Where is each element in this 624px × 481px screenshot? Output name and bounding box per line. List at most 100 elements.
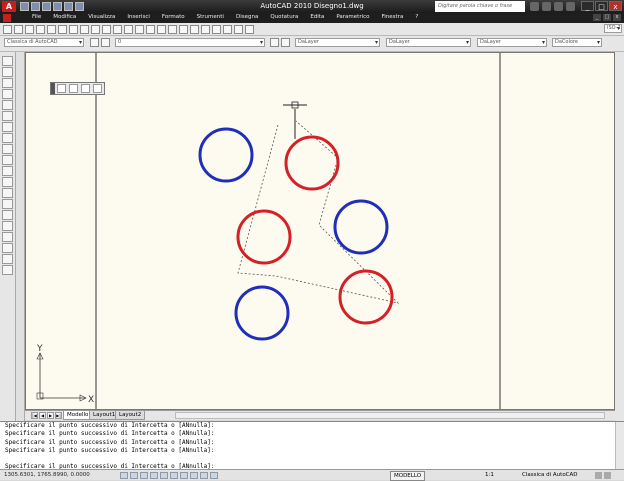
- ellipse-icon[interactable]: [2, 155, 13, 165]
- doc-minimize-button[interactable]: _: [593, 14, 601, 21]
- make-block-icon[interactable]: [2, 188, 13, 198]
- zoom-realtime-icon[interactable]: [146, 25, 155, 34]
- menu-help[interactable]: ?: [409, 14, 424, 20]
- favorites-star-icon[interactable]: [554, 2, 563, 11]
- lock-icon[interactable]: [595, 472, 602, 479]
- horizontal-scrollbar[interactable]: [175, 412, 605, 419]
- doc-restore-button[interactable]: □: [603, 14, 611, 21]
- open-icon[interactable]: [14, 25, 23, 34]
- undo-icon[interactable]: [113, 25, 122, 34]
- document-icon[interactable]: [3, 14, 11, 22]
- circle-icon[interactable]: [2, 122, 13, 132]
- region-icon[interactable]: [2, 232, 13, 242]
- qnew-icon[interactable]: [3, 25, 12, 34]
- multiline-text-icon[interactable]: [2, 254, 13, 264]
- save-icon[interactable]: [25, 25, 34, 34]
- line-icon[interactable]: [2, 56, 13, 66]
- polyline-icon[interactable]: [2, 78, 13, 88]
- command-line[interactable]: Specificare il punto successivo di Inter…: [0, 421, 624, 470]
- spline-icon[interactable]: [2, 144, 13, 154]
- clean-screen-icon[interactable]: [604, 472, 611, 479]
- color-dropdown[interactable]: DaLayer: [295, 38, 380, 47]
- preview-icon[interactable]: [47, 25, 56, 34]
- gradient-icon[interactable]: [2, 221, 13, 231]
- drawing-area[interactable]: Y X: [25, 52, 615, 410]
- vertical-scrollbar[interactable]: [615, 52, 624, 422]
- communication-center-icon[interactable]: [542, 2, 551, 11]
- menu-edita[interactable]: Edita: [304, 14, 330, 20]
- paste-icon[interactable]: [91, 25, 100, 34]
- zoom-previous-icon[interactable]: [168, 25, 177, 34]
- menu-inserisci[interactable]: Inserisci: [121, 14, 156, 20]
- help-icon[interactable]: [245, 25, 254, 34]
- table-icon[interactable]: [2, 243, 13, 253]
- menu-quotatura[interactable]: Quotatura: [264, 14, 304, 20]
- cut-icon[interactable]: [69, 25, 78, 34]
- otrack-toggle-icon[interactable]: [170, 472, 178, 479]
- pan-icon[interactable]: [135, 25, 144, 34]
- object-snap-icon[interactable]: [57, 84, 66, 93]
- markup-icon[interactable]: [223, 25, 232, 34]
- redo-icon[interactable]: [124, 25, 133, 34]
- menu-finestra[interactable]: Finestra: [376, 14, 410, 20]
- red-circle[interactable]: [236, 209, 292, 265]
- tab-layout2[interactable]: Layout2: [115, 411, 146, 420]
- prev-tab-button[interactable]: ◀: [39, 412, 46, 419]
- rectangle-icon[interactable]: [2, 100, 13, 110]
- annotation-scale[interactable]: 1:1: [485, 472, 494, 478]
- text-edit-icon[interactable]: [93, 84, 102, 93]
- osnap-toggle-icon[interactable]: [160, 472, 168, 479]
- workspace-switch[interactable]: Classica di AutoCAD: [522, 472, 578, 478]
- design-center-icon[interactable]: [190, 25, 199, 34]
- tab-modello[interactable]: Modello: [63, 411, 93, 420]
- workspace-settings-icon[interactable]: [90, 38, 99, 47]
- red-circle[interactable]: [284, 135, 340, 191]
- make-current-layer-icon[interactable]: [270, 38, 279, 47]
- minimize-button[interactable]: _: [581, 1, 594, 11]
- sheet-set-icon[interactable]: [212, 25, 221, 34]
- previous-layer-icon[interactable]: [281, 38, 290, 47]
- polygon-icon[interactable]: [2, 89, 13, 99]
- blue-circle[interactable]: [333, 199, 389, 255]
- dimstyle-dropdown[interactable]: ISO-25: [604, 24, 622, 33]
- snap-toggle-icon[interactable]: [120, 472, 128, 479]
- menu-disegna[interactable]: Disegna: [230, 14, 264, 20]
- last-tab-button[interactable]: ▶|: [55, 412, 62, 419]
- menu-file[interactable]: File: [26, 14, 47, 20]
- lwt-toggle-icon[interactable]: [200, 472, 208, 479]
- hatch-icon[interactable]: [2, 210, 13, 220]
- matchprop-icon[interactable]: [102, 25, 111, 34]
- point-icon[interactable]: [2, 199, 13, 209]
- search-icon[interactable]: [530, 2, 539, 11]
- grid-toggle-icon[interactable]: [130, 472, 138, 479]
- quickcalc-icon[interactable]: [234, 25, 243, 34]
- maximize-button[interactable]: □: [595, 1, 608, 11]
- coordinates-readout[interactable]: 1305.6301, 1765.8990, 0.0000: [4, 472, 90, 478]
- help-icon[interactable]: [566, 2, 575, 11]
- ducs-toggle-icon[interactable]: [180, 472, 188, 479]
- properties-icon[interactable]: [179, 25, 188, 34]
- revision-cloud-icon[interactable]: [2, 133, 13, 143]
- dyn-toggle-icon[interactable]: [190, 472, 198, 479]
- workspace-dropdown[interactable]: Classica di AutoCAD: [4, 38, 84, 47]
- first-tab-button[interactable]: |◀: [31, 412, 38, 419]
- menu-visualizza[interactable]: Visualizza: [82, 14, 121, 20]
- arc-icon[interactable]: [2, 111, 13, 121]
- layer-properties-icon[interactable]: [101, 38, 110, 47]
- command-scrollbar[interactable]: [615, 422, 624, 469]
- blue-circle[interactable]: [234, 285, 290, 341]
- add-selected-icon[interactable]: [2, 265, 13, 275]
- plot-icon[interactable]: [36, 25, 45, 34]
- polar-toggle-icon[interactable]: [150, 472, 158, 479]
- toolbar-grip[interactable]: [51, 83, 55, 94]
- copy-icon[interactable]: [80, 25, 89, 34]
- lineweight-dropdown[interactable]: DaLayer: [477, 38, 547, 47]
- menu-formato[interactable]: Formato: [156, 14, 191, 20]
- menu-parametrico[interactable]: Parametrico: [330, 14, 375, 20]
- close-button[interactable]: x: [609, 1, 622, 11]
- doc-close-button[interactable]: x: [613, 14, 621, 21]
- construction-line-icon[interactable]: [2, 67, 13, 77]
- tool-palettes-icon[interactable]: [201, 25, 210, 34]
- linetype-dropdown[interactable]: DaLayer: [386, 38, 471, 47]
- ortho-toggle-icon[interactable]: [140, 472, 148, 479]
